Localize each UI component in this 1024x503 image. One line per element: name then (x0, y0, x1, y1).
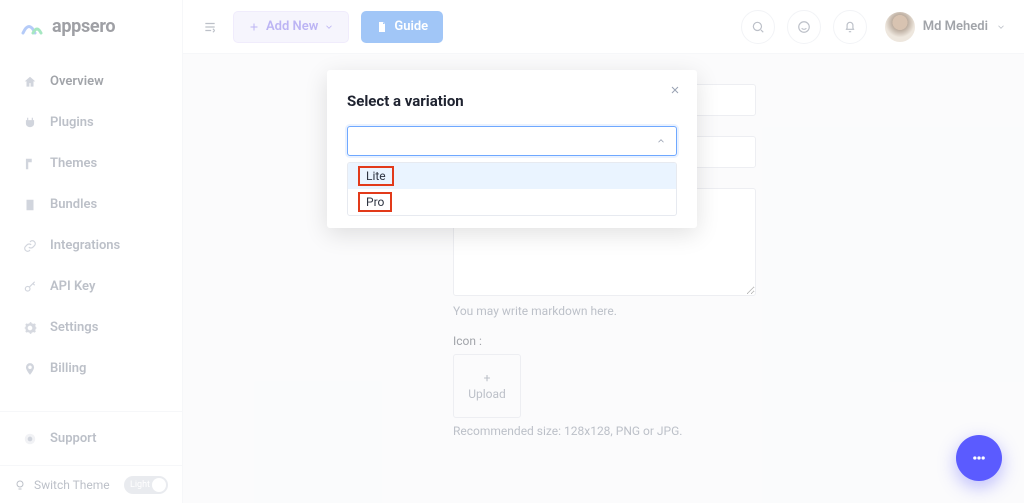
chevron-up-icon (656, 136, 666, 146)
chat-fab[interactable] (956, 435, 1002, 481)
variation-select[interactable] (347, 126, 677, 156)
variation-option-lite[interactable]: Lite (348, 163, 676, 189)
variation-dropdown: Lite Pro (347, 162, 677, 216)
option-label: Pro (358, 192, 392, 212)
modal-title: Select a variation (347, 92, 677, 110)
variation-option-pro[interactable]: Pro (348, 189, 676, 215)
modal-close-button[interactable] (669, 84, 681, 96)
option-label: Lite (358, 166, 394, 186)
chat-icon (969, 448, 989, 468)
variation-modal: Select a variation Lite Pro (327, 70, 697, 228)
close-icon (669, 84, 681, 96)
